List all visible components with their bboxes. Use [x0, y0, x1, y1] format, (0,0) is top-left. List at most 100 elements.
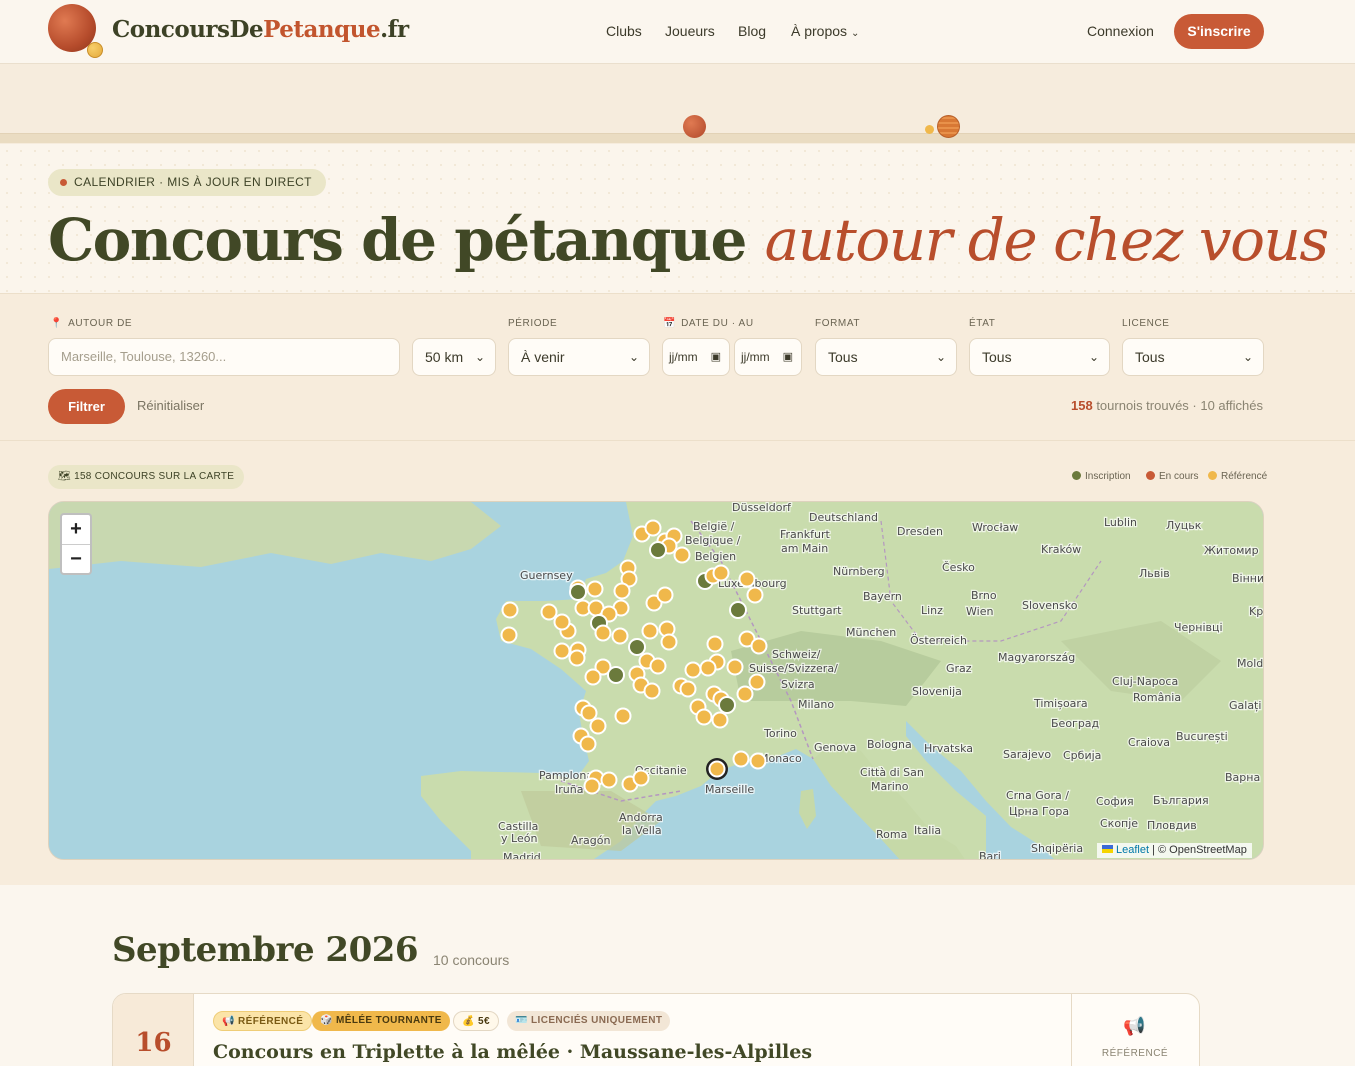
map-place-label: Dresden [897, 525, 943, 538]
leaflet-link[interactable]: Leaflet [1116, 844, 1149, 856]
tournament-marker-inscription[interactable] [607, 666, 625, 684]
map-place-label: Пловдив [1147, 819, 1197, 832]
tournament-marker-reference[interactable] [613, 582, 631, 600]
tournament-marker-reference[interactable] [684, 661, 702, 679]
map-place-label: Belgique / [685, 534, 741, 547]
map-place-label: Bologna [867, 738, 912, 751]
reset-button[interactable]: Réinitialiser [137, 398, 204, 413]
tournament-marker-reference[interactable] [614, 707, 632, 725]
tournament-marker-reference[interactable] [540, 603, 558, 621]
nav-blog[interactable]: Blog [738, 23, 766, 39]
tournament-marker-inscription[interactable] [569, 583, 587, 601]
map-place-label: Città di San [860, 766, 924, 779]
tournament-marker-reference[interactable] [586, 580, 604, 598]
tournament-marker-reference[interactable] [699, 659, 717, 677]
date-to-input[interactable]: jj/mm ▣ [734, 338, 802, 376]
map-place-label: Česko [942, 561, 975, 574]
period-select[interactable]: À venir ⌄ [508, 338, 650, 376]
tournament-marker-reference[interactable] [748, 673, 766, 691]
tournament-marker-reference[interactable] [660, 633, 678, 651]
tournament-marker-inscription[interactable] [628, 638, 646, 656]
tournament-marker-reference[interactable] [568, 649, 586, 667]
tournament-marker-reference[interactable] [500, 626, 518, 644]
zoom-out-button[interactable]: − [62, 544, 90, 573]
legend-dot-icon [1208, 471, 1217, 480]
tournament-marker-reference[interactable] [749, 752, 767, 770]
tournament-marker-reference[interactable] [553, 642, 571, 660]
nav-a-propos[interactable]: À propos ⌄ [791, 23, 859, 39]
tournament-marker-reference[interactable] [673, 546, 691, 564]
tournament-marker-reference[interactable] [679, 680, 697, 698]
month-count: 10 concours [433, 952, 510, 968]
tournament-marker-reference[interactable] [643, 682, 661, 700]
map-place-label: Svizra [781, 678, 815, 691]
chevron-down-icon: ⌄ [474, 350, 485, 364]
state-select[interactable]: Tous ⌄ [969, 338, 1110, 376]
map-place-label: Marino [871, 780, 909, 793]
tournament-marker-reference[interactable] [656, 586, 674, 604]
tournament-marker-reference[interactable] [632, 769, 650, 787]
tournament-marker-reference[interactable] [708, 760, 726, 778]
signup-button[interactable]: S'inscrire [1174, 14, 1264, 49]
tournament-marker-reference[interactable] [501, 601, 519, 619]
tournament-marker-reference[interactable] [736, 685, 754, 703]
tournament-marker-reference[interactable] [641, 622, 659, 640]
tournament-marker-reference[interactable] [711, 711, 729, 729]
badge-reference: 📢 RÉFÉRENCÉ [213, 1011, 313, 1031]
tournament-marker-reference[interactable] [611, 627, 629, 645]
tournament-marker-reference[interactable] [589, 717, 607, 735]
map-canvas[interactable]: Düsseldorf Deutschland Frankfurtam Main Dre… [49, 502, 1264, 860]
tournament-marker-reference[interactable] [600, 771, 618, 789]
megaphone-icon: 📢 [1123, 1016, 1146, 1036]
filter-button[interactable]: Filtrer [48, 389, 125, 424]
tournament-marker-reference[interactable] [750, 637, 768, 655]
map-place-label: Düsseldorf [732, 502, 792, 514]
tournament-title[interactable]: Concours en Triplette à la mêlée · Mauss… [213, 1041, 812, 1063]
map-place-label: Wrocław [972, 521, 1018, 534]
tournament-marker-reference[interactable] [594, 624, 612, 642]
tournament-map[interactable]: Düsseldorf Deutschland Frankfurt am Main Dre… [48, 501, 1264, 860]
map-place-label: Hrvatska [924, 742, 973, 755]
tournament-marker-reference[interactable] [726, 658, 744, 676]
tournament-marker-reference[interactable] [706, 635, 724, 653]
chevron-down-icon: ⌄ [935, 350, 946, 364]
radius-select[interactable]: 50 km ⌄ [412, 338, 496, 376]
live-dot-icon [60, 179, 67, 186]
period-label: PÉRIODE [508, 318, 558, 329]
live-calendar-badge: CALENDRIER · MIS À JOUR EN DIRECT [48, 169, 326, 196]
date-from-input[interactable]: jj/mm ▣ [662, 338, 730, 376]
format-select[interactable]: Tous ⌄ [815, 338, 957, 376]
tournament-marker-reference[interactable] [553, 613, 571, 631]
tournament-marker-reference[interactable] [738, 570, 756, 588]
location-input[interactable]: Marseille, Toulouse, 13260... [48, 338, 400, 376]
tournament-marker-reference[interactable] [712, 564, 730, 582]
chevron-down-icon: ⌄ [851, 28, 860, 39]
tournament-marker-inscription[interactable] [729, 601, 747, 619]
map-place-label: Луцьк [1166, 519, 1202, 532]
tournament-marker-reference[interactable] [695, 708, 713, 726]
map-place-label: Вінни [1232, 572, 1264, 585]
tournament-marker-reference[interactable] [644, 519, 662, 537]
map-place-label: Скопје [1100, 817, 1138, 830]
state-label: ÉTAT [969, 318, 996, 329]
tournament-marker-reference[interactable] [746, 586, 764, 604]
tournament-marker-inscription[interactable] [649, 541, 667, 559]
map-place-label: Milano [798, 698, 834, 711]
login-link[interactable]: Connexion [1087, 23, 1154, 39]
licence-select[interactable]: Tous ⌄ [1122, 338, 1264, 376]
tournament-marker-reference[interactable] [649, 657, 667, 675]
tournament-marker-inscription[interactable] [718, 696, 736, 714]
money-bag-icon: 💰 [462, 1016, 475, 1027]
tournament-marker-reference[interactable] [584, 668, 602, 686]
badge-format: 🎲 MÊLÉE TOURNANTE [312, 1011, 450, 1031]
site-logo[interactable]: ConcoursDePetanque.fr [112, 16, 409, 43]
map-place-label: Shqipëria [1031, 842, 1083, 855]
nav-joueurs[interactable]: Joueurs [665, 23, 715, 39]
nav-clubs[interactable]: Clubs [606, 23, 642, 39]
tournament-marker-reference[interactable] [583, 777, 601, 795]
map-place-label: Житомир [1204, 544, 1259, 557]
zoom-in-button[interactable]: + [62, 515, 90, 544]
tournament-marker-reference[interactable] [579, 735, 597, 753]
tournament-marker-reference[interactable] [580, 704, 598, 722]
tournament-marker-reference[interactable] [732, 750, 750, 768]
